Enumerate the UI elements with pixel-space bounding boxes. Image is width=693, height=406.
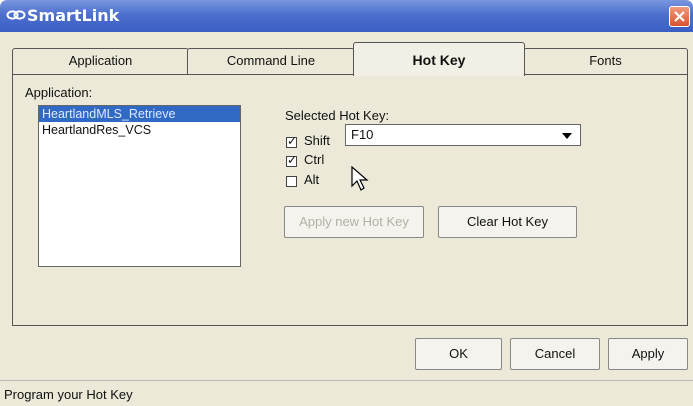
button-label: Cancel xyxy=(534,346,576,361)
button-label: Clear Hot Key xyxy=(467,214,548,229)
smartlink-window: SmartLink Application Command Line Hot K… xyxy=(0,0,693,406)
tab-strip: Application Command Line Hot Key Fonts xyxy=(12,40,688,76)
check-icon: ✓ xyxy=(287,153,298,167)
tab-label: Application xyxy=(68,53,133,68)
list-item[interactable]: HeartlandMLS_Retrieve xyxy=(39,106,240,122)
apply-button[interactable]: Apply xyxy=(608,338,688,370)
tab-label: Command Line xyxy=(226,53,316,68)
shift-checkbox[interactable]: ✓ xyxy=(286,134,298,148)
tab-command-line[interactable]: Command Line xyxy=(187,48,355,74)
ctrl-checkbox[interactable]: ✓ xyxy=(286,153,298,167)
tab-hot-key[interactable]: Hot Key xyxy=(353,42,525,76)
cancel-button[interactable]: Cancel xyxy=(510,338,600,370)
alt-label: Alt xyxy=(304,172,320,187)
window-title: SmartLink xyxy=(27,6,120,25)
title-bar[interactable]: SmartLink xyxy=(0,0,693,32)
tab-label: Fonts xyxy=(589,53,622,68)
status-bar: Program your Hot Key xyxy=(0,380,693,406)
application-list[interactable]: HeartlandMLS_Retrieve HeartlandRes_VCS xyxy=(38,105,241,267)
ctrl-label: Ctrl xyxy=(304,152,325,167)
button-label: Apply xyxy=(631,346,665,361)
shift-label: Shift xyxy=(304,133,331,148)
hotkey-value: F10 xyxy=(351,127,374,142)
check-icon: ✓ xyxy=(287,134,298,148)
status-text: Program your Hot Key xyxy=(4,387,133,402)
ok-button[interactable]: OK xyxy=(415,338,502,370)
clear-hotkey-button[interactable]: Clear Hot Key xyxy=(438,206,577,238)
tab-label: Hot Key xyxy=(412,52,466,68)
application-label: Application: xyxy=(25,85,93,100)
hotkey-select[interactable]: F10 xyxy=(345,124,581,146)
button-label: Apply new Hot Key xyxy=(299,214,409,229)
selected-hotkey-label: Selected Hot Key: xyxy=(285,108,390,123)
apply-new-hotkey-button[interactable]: Apply new Hot Key xyxy=(284,206,424,238)
tab-fonts[interactable]: Fonts xyxy=(523,48,688,74)
alt-checkbox[interactable] xyxy=(286,176,297,187)
button-label: OK xyxy=(449,346,468,361)
close-button[interactable] xyxy=(669,6,690,27)
chevron-down-icon[interactable] xyxy=(562,133,572,139)
link-icon xyxy=(6,10,26,20)
mouse-cursor-icon xyxy=(351,166,369,191)
tab-application[interactable]: Application xyxy=(12,48,189,74)
close-icon xyxy=(674,11,685,22)
hot-key-panel: Application: HeartlandMLS_Retrieve Heart… xyxy=(12,74,688,326)
list-item[interactable]: HeartlandRes_VCS xyxy=(39,122,240,138)
